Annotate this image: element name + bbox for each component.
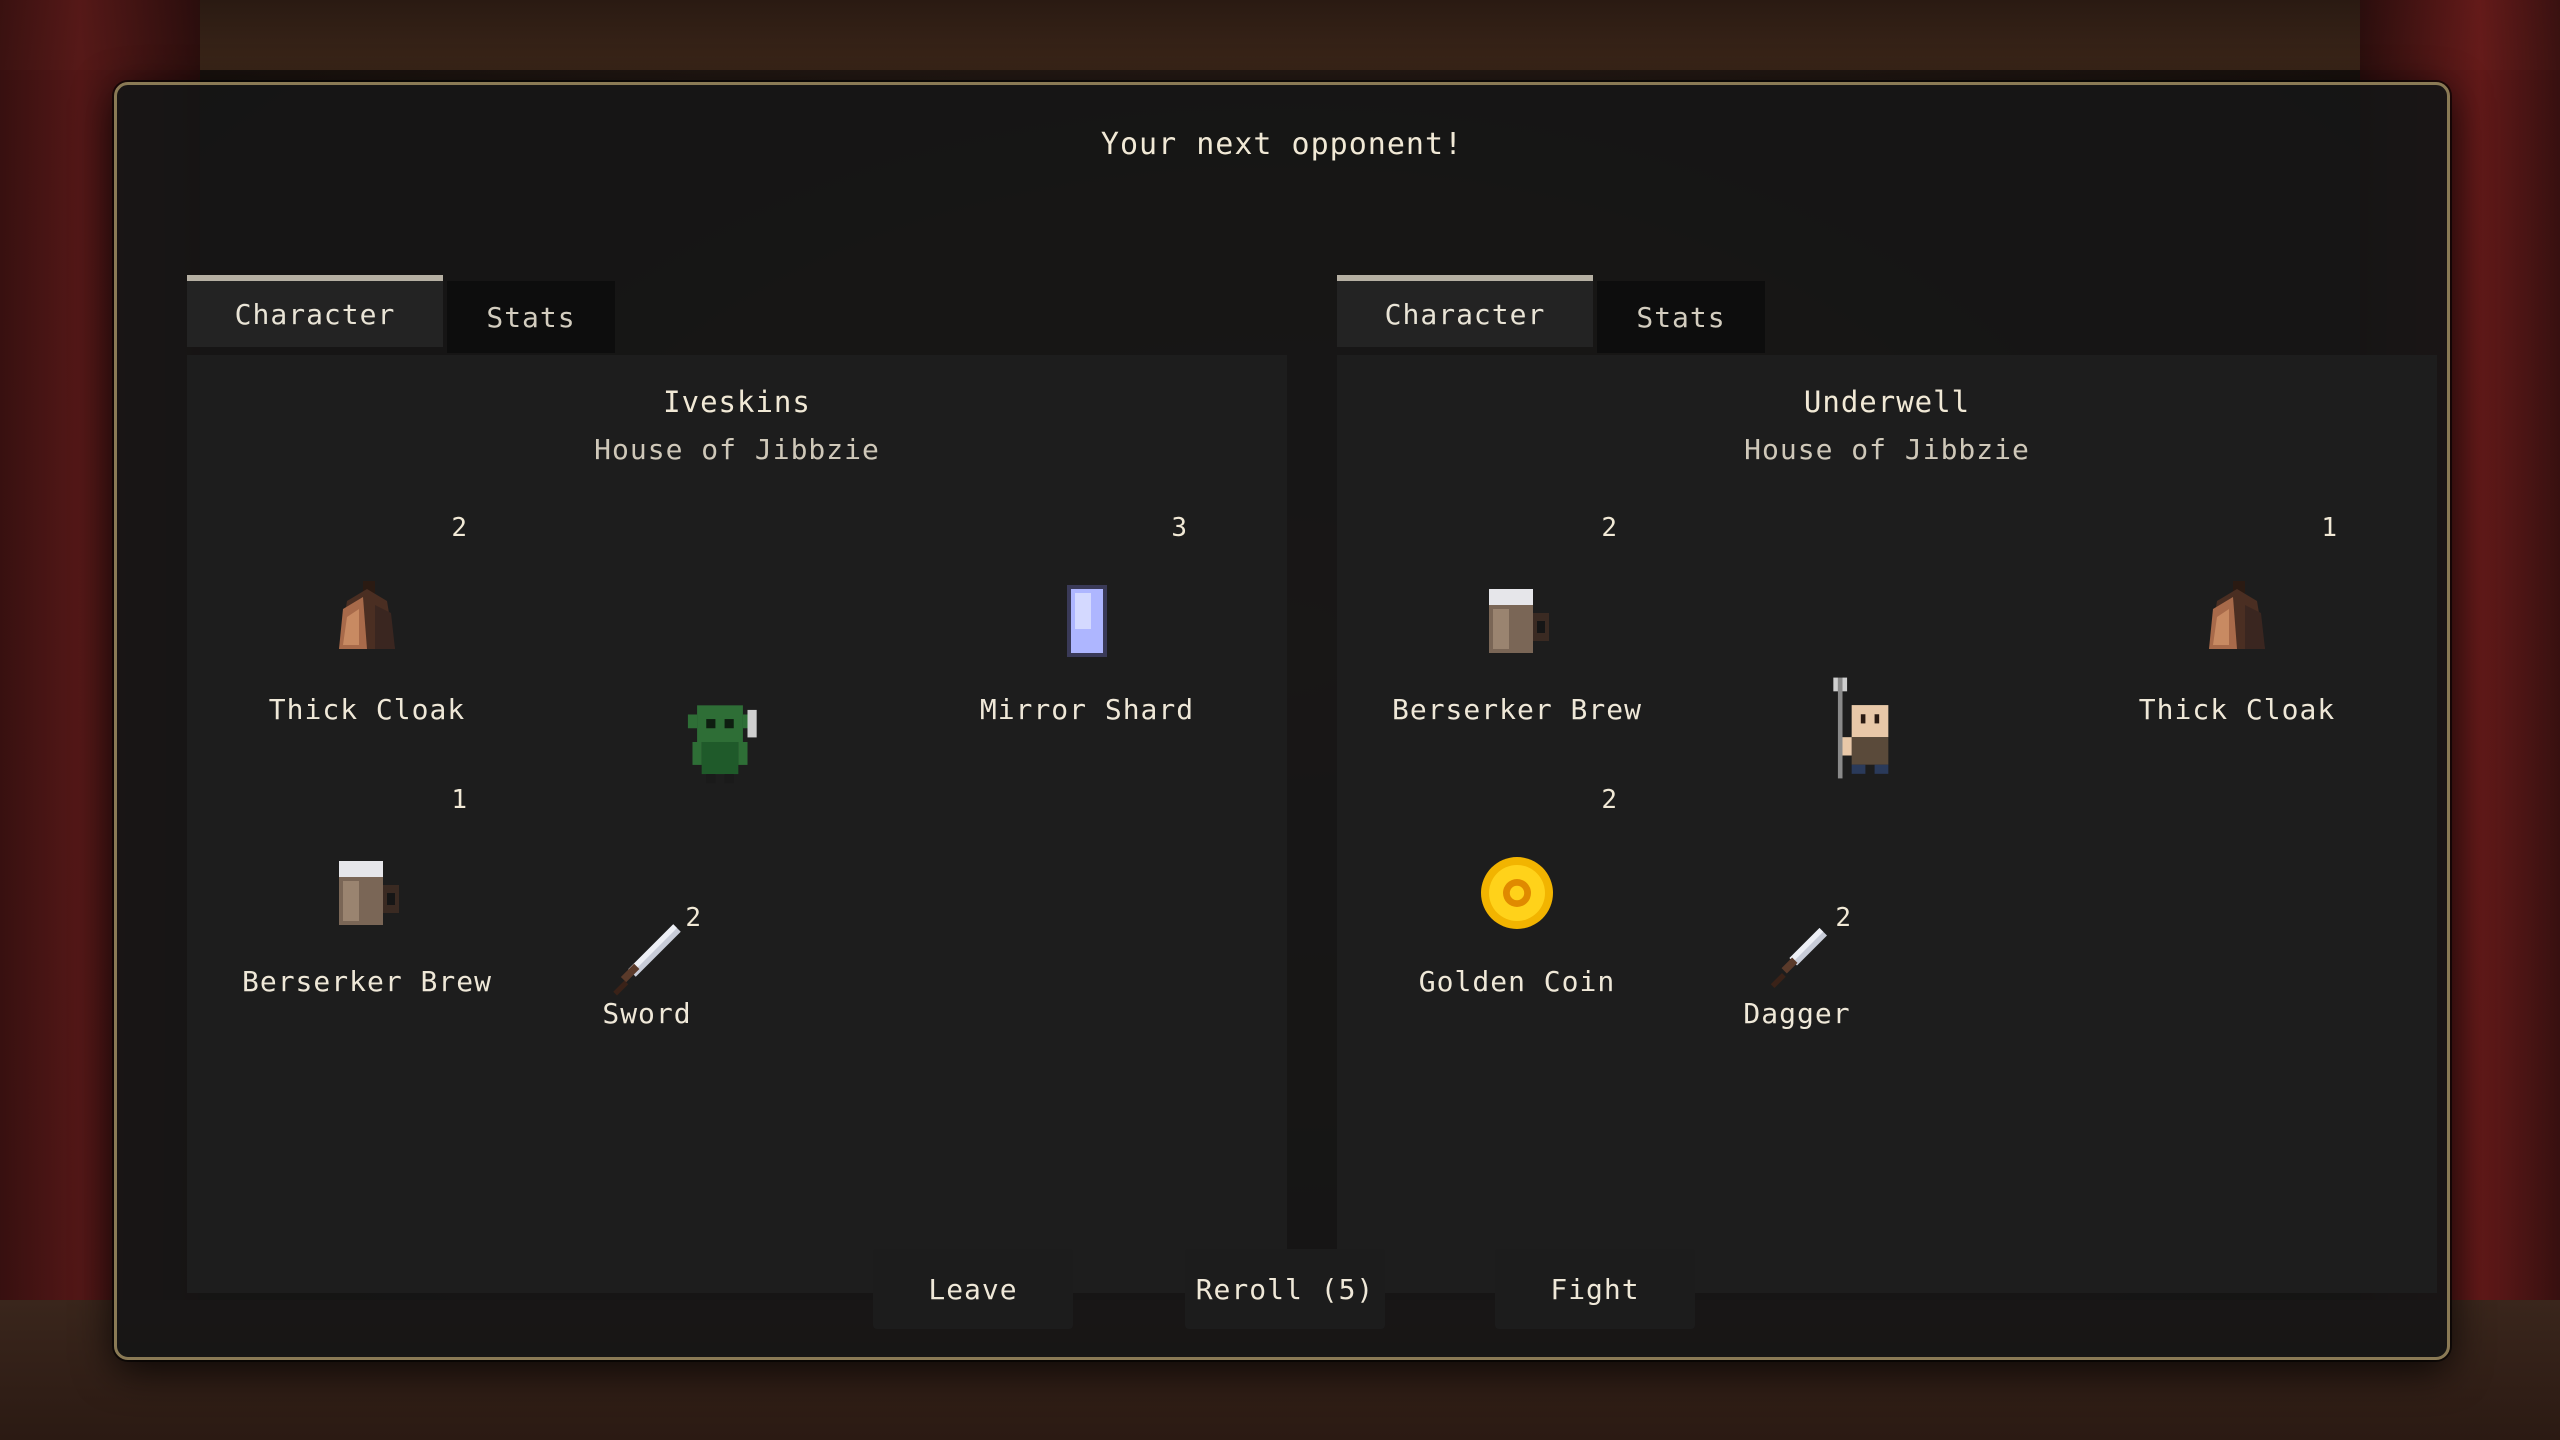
cloak-icon: [339, 581, 395, 649]
opponent-tab-stats[interactable]: Stats: [1597, 281, 1765, 353]
opponent-panel: Character Stats Underwell House of Jibbz…: [1337, 275, 2437, 1293]
brew-mug-icon: [1489, 589, 1549, 653]
weapon-label: Sword: [602, 997, 692, 1030]
player-tab-stats[interactable]: Stats: [447, 281, 615, 353]
opponent-weapon-dagger[interactable]: 2 Dagger: [1687, 903, 1907, 1053]
gold-coin-icon: [1481, 857, 1553, 929]
item-count: 1: [2321, 513, 2337, 543]
player-name: Iveskins: [663, 385, 811, 419]
weapon-label: Dagger: [1743, 997, 1851, 1030]
player-tabs: Character Stats: [187, 275, 615, 355]
opponent-name: Underwell: [1803, 385, 1971, 419]
item-label: Thick Cloak: [2138, 693, 2336, 726]
opponent-house: House of Jibbzie: [1744, 433, 2030, 466]
reroll-button[interactable]: Reroll (5): [1185, 1249, 1385, 1329]
opponent-tabs: Character Stats: [1337, 275, 1765, 355]
opponent-tab-character[interactable]: Character: [1337, 275, 1593, 347]
item-count: 2: [1601, 785, 1617, 815]
player-item-berserker-brew[interactable]: 1 Berserker Brew: [207, 785, 527, 1005]
player-item-mirror-shard[interactable]: 3 Mirror Shard: [927, 513, 1247, 733]
fight-button[interactable]: Fight: [1495, 1249, 1695, 1329]
leave-button[interactable]: Leave: [873, 1249, 1073, 1329]
player-weapon-sword[interactable]: 2 Sword: [537, 903, 757, 1053]
item-label: Golden Coin: [1418, 965, 1616, 998]
item-label: Mirror Shard: [979, 693, 1195, 726]
item-count: 2: [1601, 513, 1617, 543]
human-pitchfork-portrait: [1833, 677, 1889, 779]
mirror-shard-icon: [1067, 585, 1107, 657]
goblin-portrait: [687, 705, 757, 784]
item-count: 1: [451, 785, 467, 815]
opponent-dialog: Your next opponent! Character Stats Ives…: [114, 82, 2450, 1360]
background-beam: [0, 0, 2560, 70]
item-count: 3: [1171, 513, 1187, 543]
brew-mug-icon: [339, 861, 399, 925]
cloak-icon: [2209, 581, 2265, 649]
opponent-item-thick-cloak[interactable]: 1 Thick Cloak: [2077, 513, 2397, 733]
dialog-title: Your next opponent!: [1100, 127, 1464, 162]
sword-icon: [613, 924, 681, 996]
player-panel: Character Stats Iveskins House of Jibbzi…: [187, 275, 1287, 1293]
dagger-icon: [1770, 928, 1827, 988]
item-label: Thick Cloak: [268, 693, 466, 726]
opponent-item-golden-coin[interactable]: 2 Golden Coin: [1357, 785, 1677, 1005]
player-tab-character[interactable]: Character: [187, 275, 443, 347]
player-house: House of Jibbzie: [594, 433, 880, 466]
item-label: Berserker Brew: [241, 965, 492, 998]
player-item-thick-cloak[interactable]: 2 Thick Cloak: [207, 513, 527, 733]
item-count: 2: [451, 513, 467, 543]
item-label: Berserker Brew: [1391, 693, 1642, 726]
opponent-item-berserker-brew[interactable]: 2 Berserker Brew: [1357, 513, 1677, 733]
